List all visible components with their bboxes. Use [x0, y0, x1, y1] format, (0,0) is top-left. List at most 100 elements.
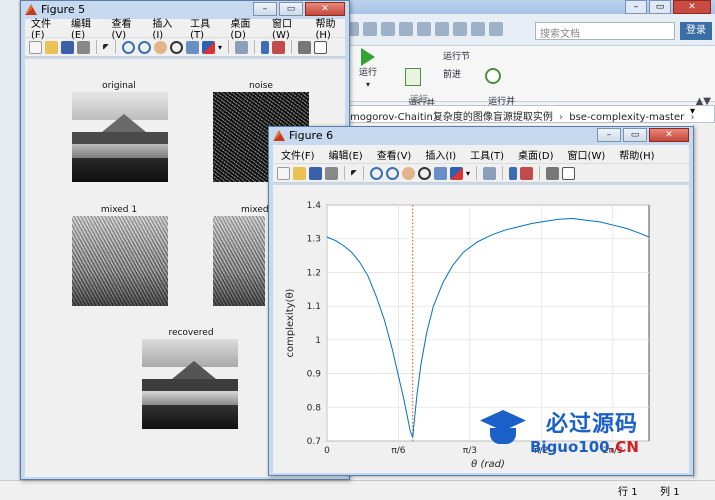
- toolbar-separator: [254, 40, 256, 54]
- menu-insert[interactable]: 插入(I): [425, 147, 456, 162]
- quick-access-icon[interactable]: [399, 22, 413, 36]
- main-window-controls: – ▭ ✕: [625, 0, 711, 14]
- zoom-out-icon[interactable]: [138, 40, 151, 54]
- quick-access-icon[interactable]: [489, 22, 503, 36]
- quick-access-icon[interactable]: [417, 22, 431, 36]
- x-tick-label: π/3: [463, 446, 477, 456]
- y-tick-label: 1.1: [307, 302, 321, 312]
- run-button[interactable]: 运行 ▾: [359, 48, 377, 90]
- quick-access-icon[interactable]: [381, 22, 395, 36]
- recovered-image: [142, 339, 238, 429]
- new-figure-icon[interactable]: [277, 166, 290, 180]
- hide-plot-tools-icon[interactable]: [546, 166, 560, 180]
- close-button[interactable]: ✕: [673, 0, 711, 14]
- close-button[interactable]: ✕: [305, 2, 345, 16]
- zoom-in-icon[interactable]: [122, 40, 135, 54]
- x-tick-label: 0: [324, 446, 330, 456]
- close-button[interactable]: ✕: [649, 128, 689, 142]
- subplot-title-original: original: [102, 81, 136, 91]
- menu-window[interactable]: 窗口(W): [568, 147, 606, 162]
- toolbar-separator: [115, 40, 116, 54]
- toolbar-separator: [344, 166, 345, 180]
- advance-button[interactable]: 前进: [427, 70, 461, 81]
- path-segment[interactable]: bse-complexity-master: [569, 112, 684, 123]
- pointer-icon[interactable]: [103, 44, 109, 50]
- quick-access-icon[interactable]: [453, 22, 467, 36]
- data-cursor-icon[interactable]: [434, 166, 447, 180]
- save-icon[interactable]: [309, 166, 322, 180]
- menu-help[interactable]: 帮助(H): [619, 147, 654, 162]
- minimize-button[interactable]: –: [253, 2, 277, 16]
- y-tick-label: 1.4: [307, 201, 322, 211]
- figure-6-toolbar: ▾: [273, 163, 689, 183]
- figure-5-window-controls: – ▭ ✕: [253, 2, 345, 16]
- maximize-button[interactable]: ▭: [623, 128, 647, 142]
- brush-icon[interactable]: [202, 40, 215, 54]
- figure-6-menubar: 文件(F) 编辑(E) 查看(V) 插入(I) 工具(T) 桌面(D) 窗口(W…: [273, 145, 689, 163]
- zoom-in-icon[interactable]: [370, 166, 383, 180]
- y-tick-label: 1: [315, 336, 321, 346]
- figure-6-titlebar[interactable]: Figure 6 – ▭ ✕: [269, 127, 693, 145]
- link-plot-icon[interactable]: [483, 166, 497, 180]
- rotate-3d-icon[interactable]: [418, 166, 431, 180]
- zoom-out-icon[interactable]: [386, 166, 399, 180]
- pointer-icon[interactable]: [351, 170, 357, 176]
- run-section-button[interactable]: 运行节: [427, 52, 470, 63]
- figure-5-titlebar[interactable]: Figure 5 – ▭ ✕: [21, 1, 349, 19]
- new-figure-icon[interactable]: [29, 40, 42, 54]
- menu-file[interactable]: 文件(F): [281, 147, 315, 162]
- rotate-3d-icon[interactable]: [170, 40, 183, 54]
- quick-access-icon[interactable]: [363, 22, 377, 36]
- print-icon[interactable]: [325, 166, 338, 180]
- legend-icon[interactable]: [520, 166, 534, 180]
- current-folder-path[interactable]: mogorov-Chaitin复杂度的图像盲源提取实例 › bse-comple…: [345, 105, 715, 123]
- hide-plot-tools-icon[interactable]: [298, 40, 312, 54]
- menu-edit[interactable]: 编辑(E): [329, 147, 363, 162]
- y-tick-label: 0.8: [307, 403, 322, 413]
- minimize-button[interactable]: –: [625, 0, 647, 14]
- open-file-icon[interactable]: [293, 166, 306, 180]
- open-file-icon[interactable]: [45, 40, 58, 54]
- pan-hand-icon[interactable]: [402, 166, 415, 180]
- colorbar-icon[interactable]: [261, 40, 270, 54]
- data-cursor-icon[interactable]: [186, 40, 199, 54]
- status-bar: [0, 480, 715, 500]
- print-icon[interactable]: [77, 40, 90, 54]
- menu-desktop[interactable]: 桌面(D): [518, 147, 554, 162]
- login-button[interactable]: 登录: [680, 22, 712, 40]
- mixed-1-image: [72, 216, 168, 306]
- toolbar-separator: [539, 166, 541, 180]
- path-segment[interactable]: mogorov-Chaitin复杂度的图像盲源提取实例: [350, 112, 553, 123]
- pan-hand-icon[interactable]: [154, 40, 167, 54]
- maximize-button[interactable]: ▭: [279, 2, 303, 16]
- figure-6-window-controls: – ▭ ✕: [597, 128, 689, 142]
- menu-view[interactable]: 查看(V): [377, 147, 412, 162]
- brush-icon[interactable]: [450, 166, 463, 180]
- quick-access-icon[interactable]: [471, 22, 485, 36]
- search-docs-input[interactable]: 搜索文档: [535, 22, 675, 40]
- chevron-down-icon[interactable]: ▾: [690, 106, 695, 117]
- chevron-down-icon[interactable]: ▾: [466, 169, 470, 178]
- status-row: 行 1: [618, 487, 638, 498]
- minimize-button[interactable]: –: [597, 128, 621, 142]
- toolbar-separator: [502, 166, 504, 180]
- colorbar-icon[interactable]: [509, 166, 518, 180]
- mixed-2-image: [213, 216, 265, 306]
- watermark-logo: 必过源码 Biguo100.CN: [476, 406, 686, 466]
- menu-tools[interactable]: 工具(T): [470, 147, 504, 162]
- subplot-title-recovered: recovered: [168, 328, 214, 338]
- maximize-button[interactable]: ▭: [649, 0, 671, 14]
- link-plot-icon[interactable]: [235, 40, 249, 54]
- chevron-down-icon[interactable]: ▾: [218, 43, 222, 52]
- ribbon: 运行 ▾ 运行并 前进 运行节 前进 运行并 计时 ▲▼: [345, 46, 715, 120]
- show-plot-tools-icon[interactable]: [314, 40, 328, 54]
- save-icon[interactable]: [61, 40, 74, 54]
- quick-access-icon[interactable]: [435, 22, 449, 36]
- status-col: 列 1: [660, 487, 680, 498]
- y-tick-label: 1.3: [307, 235, 321, 245]
- show-plot-tools-icon[interactable]: [562, 166, 576, 180]
- toolbar-separator: [476, 166, 478, 180]
- toolbar-separator: [96, 40, 97, 54]
- legend-icon[interactable]: [272, 40, 286, 54]
- y-tick-label: 1.2: [307, 268, 321, 278]
